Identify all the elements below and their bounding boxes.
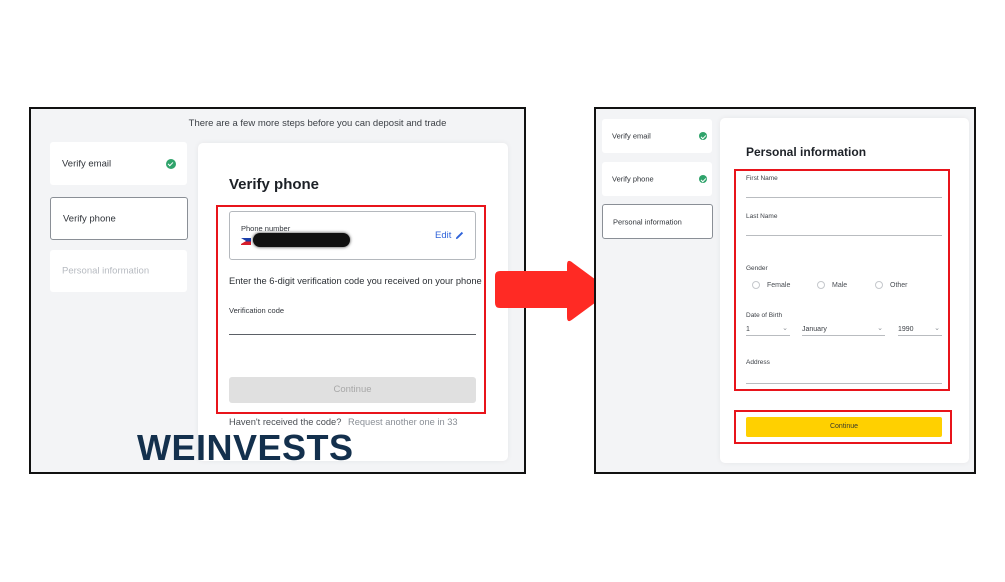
first-name-label: First Name (746, 175, 778, 182)
radio-label: Female (767, 281, 791, 289)
flag-ph-icon (241, 238, 251, 245)
dob-month-select[interactable]: January ⌄ (802, 324, 885, 336)
first-name-input[interactable] (746, 184, 942, 198)
personal-information-screenshot: Verify email Verify phone Personal infor… (594, 107, 976, 474)
gender-option-other[interactable]: Other (875, 281, 908, 289)
dob-year-select[interactable]: 1990 ⌄ (898, 324, 942, 336)
resend-prompt: Haven't received the code? (229, 417, 342, 427)
last-name-input[interactable] (746, 222, 942, 236)
check-circle-icon (699, 132, 707, 140)
step-verify-phone[interactable]: Verify phone (50, 197, 188, 240)
resend-row: Haven't received the code? Request anoth… (229, 417, 458, 427)
card-title: Personal information (746, 145, 867, 159)
select-value: 1990 (898, 326, 914, 333)
redacted-phone-value (253, 233, 350, 247)
step-label: Verify email (612, 131, 651, 141)
step-verify-phone[interactable]: Verify phone (602, 162, 712, 196)
pencil-icon (456, 231, 464, 240)
step-label: Verify phone (63, 213, 116, 224)
dob-day-select[interactable]: 1 ⌄ (746, 324, 790, 336)
step-label: Personal information (62, 265, 150, 277)
phone-number-field: Phone number Edit (229, 211, 476, 260)
step-verify-email[interactable]: Verify email (50, 142, 187, 185)
last-name-label: Last Name (746, 213, 778, 220)
step-verify-email[interactable]: Verify email (602, 119, 712, 153)
gender-label: Gender (746, 265, 768, 272)
chevron-down-icon: ⌄ (934, 325, 940, 332)
phone-number-label: Phone number (241, 224, 291, 233)
verify-phone-screenshot: There are a few more steps before you ca… (29, 107, 526, 474)
continue-button[interactable]: Continue (746, 417, 942, 437)
address-input[interactable] (746, 368, 942, 384)
step-label: Personal information (613, 217, 682, 226)
check-circle-icon (166, 158, 176, 169)
chevron-down-icon: ⌄ (782, 325, 788, 332)
continue-button-disabled[interactable]: Continue (229, 377, 476, 403)
radio-button[interactable] (875, 281, 883, 289)
verification-code-label: Verification code (229, 306, 285, 315)
instruction-text: Enter the 6-digit verification code you … (229, 276, 482, 286)
radio-label: Male (832, 281, 848, 289)
select-value: 1 (746, 326, 750, 333)
gender-option-female[interactable]: Female (752, 281, 817, 289)
verification-code-input[interactable] (229, 316, 476, 335)
chevron-down-icon: ⌄ (877, 325, 883, 332)
weinvests-logo: WEINVESTS (137, 427, 354, 468)
step-label: Verify email (62, 158, 112, 169)
edit-phone-button[interactable]: Edit (435, 230, 464, 241)
step-personal-information[interactable]: Personal information (602, 204, 713, 239)
radio-button[interactable] (817, 281, 825, 289)
date-of-birth-label: Date of Birth (746, 312, 783, 319)
gender-option-male[interactable]: Male (817, 281, 875, 289)
step-label: Verify phone (612, 174, 654, 184)
select-value: January (802, 326, 827, 333)
address-label: Address (746, 359, 770, 366)
radio-label: Other (890, 281, 908, 289)
step-personal-information: Personal information (50, 250, 187, 292)
check-circle-icon (699, 175, 707, 183)
card-title: Verify phone (229, 176, 320, 193)
edit-label: Edit (435, 230, 452, 241)
highlight-box-form (734, 169, 950, 391)
gender-radio-group: Female Male Other (752, 281, 908, 289)
steps-remaining-note: There are a few more steps before you ca… (188, 118, 447, 129)
radio-button[interactable] (752, 281, 760, 289)
resend-countdown-link[interactable]: Request another one in 33 (348, 417, 458, 427)
